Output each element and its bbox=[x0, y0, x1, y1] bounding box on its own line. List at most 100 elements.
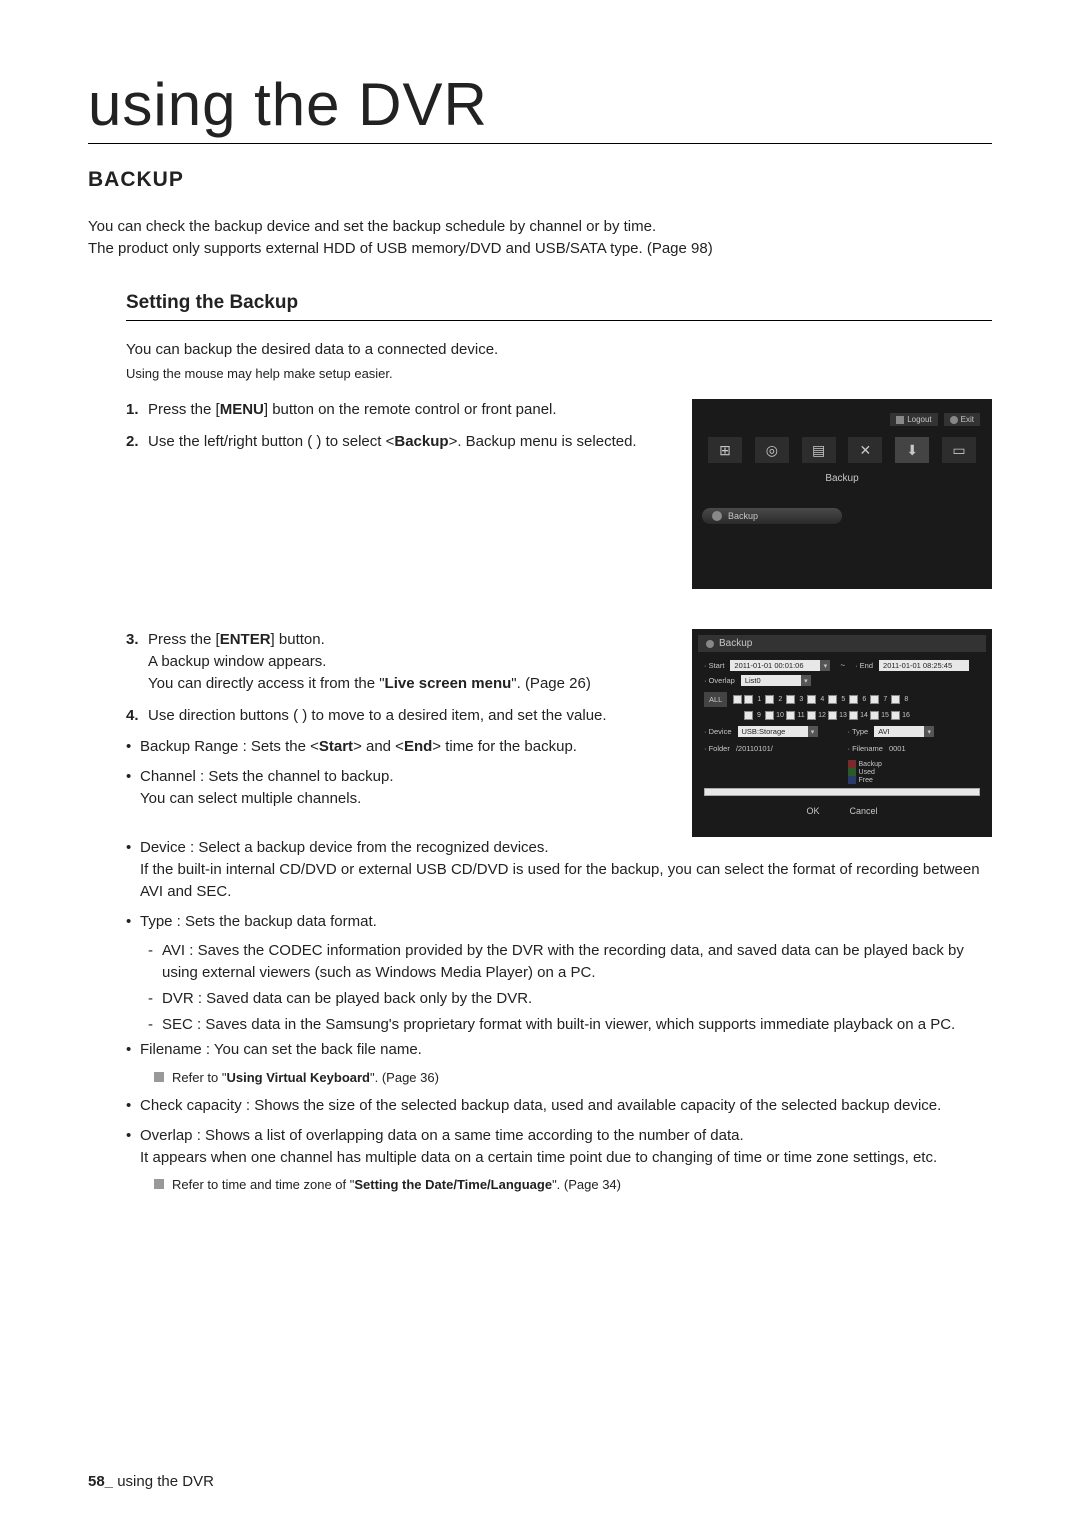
channel-checkbox[interactable] bbox=[744, 695, 753, 704]
channel-checkbox[interactable] bbox=[870, 695, 879, 704]
channel-checkbox[interactable] bbox=[891, 711, 900, 720]
channel-num: 16 bbox=[902, 712, 910, 719]
t: Channel : Sets the channel to backup. bbox=[140, 768, 394, 785]
channel-checkbox[interactable] bbox=[891, 695, 900, 704]
dropdown-icon[interactable]: ▾ bbox=[924, 726, 934, 737]
channel-checkbox[interactable] bbox=[765, 711, 774, 720]
menu-icon[interactable]: ▤ bbox=[802, 437, 836, 463]
type-label: · Type bbox=[848, 727, 869, 736]
exit-icon bbox=[950, 416, 958, 424]
bullet-label: Type : Sets the backup data format. bbox=[140, 913, 377, 930]
channel-checkbox[interactable] bbox=[807, 695, 816, 704]
channel-num: 11 bbox=[797, 712, 805, 719]
channel-num: 8 bbox=[902, 696, 910, 703]
channel-num: 12 bbox=[818, 712, 826, 719]
t: >. Backup menu is selected. bbox=[449, 433, 637, 450]
ok-button[interactable]: OK bbox=[806, 806, 819, 816]
cancel-button[interactable]: Cancel bbox=[850, 806, 878, 816]
legend-item: Backup bbox=[848, 760, 935, 768]
step-num: 2. bbox=[126, 431, 148, 453]
channel-checkbox[interactable] bbox=[870, 711, 879, 720]
filename-label: · Filename bbox=[848, 744, 883, 753]
subsection-title: Setting the Backup bbox=[126, 292, 992, 321]
menu-icon-backup[interactable]: ⬇ bbox=[895, 437, 929, 463]
channel-num: 15 bbox=[881, 712, 889, 719]
all-button[interactable]: ALL bbox=[704, 692, 727, 707]
channel-num: 1 bbox=[755, 696, 763, 703]
t: > time for the backup. bbox=[432, 738, 577, 755]
dot-icon bbox=[712, 511, 722, 521]
bullet: •Overlap : Shows a list of overlapping d… bbox=[126, 1125, 992, 1169]
legend-label: Free bbox=[859, 777, 873, 784]
dash-list: -AVI : Saves the CODEC information provi… bbox=[126, 940, 992, 1035]
submenu-bar[interactable]: Backup bbox=[702, 508, 842, 524]
channel-checkbox[interactable] bbox=[849, 711, 858, 720]
dash-item: -AVI : Saves the CODEC information provi… bbox=[148, 940, 992, 984]
channel-num: 5 bbox=[839, 696, 847, 703]
channel-checkbox[interactable] bbox=[807, 711, 816, 720]
channel-checkbox[interactable] bbox=[786, 711, 795, 720]
t: Backup bbox=[728, 511, 758, 521]
logout-button[interactable]: Logout bbox=[890, 413, 937, 426]
step-num: 4. bbox=[126, 705, 148, 727]
channel-checkbox[interactable] bbox=[786, 695, 795, 704]
legend: BackupUsedFree bbox=[848, 760, 935, 784]
bullet-sub: It appears when one channel has multiple… bbox=[140, 1149, 937, 1166]
step: 1. Press the [MENU] button on the remote… bbox=[126, 399, 674, 421]
channel-num: 13 bbox=[839, 712, 847, 719]
step: 4. Use direction buttons ( ) to move to … bbox=[126, 705, 674, 727]
dash-item: -DVR : Saved data can be played back onl… bbox=[148, 988, 992, 1010]
legend-item: Used bbox=[848, 768, 935, 776]
all-checkbox[interactable] bbox=[733, 695, 742, 704]
t: Use direction buttons ( ) to move to a d… bbox=[148, 705, 607, 727]
channel-checkbox[interactable] bbox=[828, 711, 837, 720]
dialog-icon bbox=[706, 640, 714, 648]
intro-line: The product only supports external HDD o… bbox=[88, 238, 992, 260]
legend-swatch bbox=[848, 776, 856, 784]
device-field[interactable]: USB:Storage bbox=[738, 726, 808, 737]
t: SEC : Saves data in the Samsung's propri… bbox=[162, 1014, 955, 1036]
channel-checkbox[interactable] bbox=[849, 695, 858, 704]
intro-text: You can check the backup device and set … bbox=[88, 216, 992, 260]
bullet: •Device : Select a backup device from th… bbox=[126, 837, 992, 902]
bullet: •Check capacity : Shows the size of the … bbox=[126, 1095, 992, 1117]
bullet-label: Device : Select a backup device from the… bbox=[140, 839, 549, 856]
menu-label: Backup bbox=[702, 473, 982, 484]
channel-checkbox[interactable] bbox=[744, 711, 753, 720]
t: Start bbox=[319, 738, 353, 755]
bullet: •Filename : You can set the back file na… bbox=[126, 1039, 992, 1061]
dropdown-icon[interactable]: ▾ bbox=[820, 660, 830, 671]
folder-label: · Folder bbox=[704, 744, 730, 753]
end-label: · End bbox=[855, 661, 873, 670]
bullet-list-full: •Device : Select a backup device from th… bbox=[126, 837, 992, 1194]
overlap-field[interactable]: List0 bbox=[741, 675, 801, 686]
channel-num: 2 bbox=[776, 696, 784, 703]
start-field[interactable]: 2011-01-01 00:01:06 bbox=[730, 660, 820, 671]
exit-button[interactable]: Exit bbox=[944, 413, 980, 426]
type-field[interactable]: AVI bbox=[874, 726, 924, 737]
channel-num: 3 bbox=[797, 696, 805, 703]
lead-text: You can backup the desired data to a con… bbox=[126, 339, 992, 361]
menu-icon-row: ⊞ ◎ ▤ ✕ ⬇ ▭ bbox=[702, 437, 982, 463]
end-field[interactable]: 2011-01-01 08:25:45 bbox=[879, 660, 969, 671]
t: AVI : Saves the CODEC information provid… bbox=[162, 940, 992, 984]
channel-checkbox[interactable] bbox=[765, 695, 774, 704]
menu-icon[interactable]: ✕ bbox=[848, 437, 882, 463]
dropdown-icon[interactable]: ▾ bbox=[801, 675, 811, 686]
channel-num: 6 bbox=[860, 696, 868, 703]
menu-icon[interactable]: ⊞ bbox=[708, 437, 742, 463]
channel-num: 14 bbox=[860, 712, 868, 719]
intro-line: You can check the backup device and set … bbox=[88, 216, 992, 238]
t: DVR : Saved data can be played back only… bbox=[162, 988, 532, 1010]
channel-checkbox[interactable] bbox=[828, 695, 837, 704]
menu-icon[interactable]: ▭ bbox=[942, 437, 976, 463]
channel-num: 9 bbox=[755, 712, 763, 719]
mouse-hint: Using the mouse may help make setup easi… bbox=[126, 366, 992, 381]
page-footer: 58_ using the DVR bbox=[88, 1473, 214, 1490]
start-label: · Start bbox=[704, 661, 724, 670]
menu-icon[interactable]: ◎ bbox=[755, 437, 789, 463]
dropdown-icon[interactable]: ▾ bbox=[808, 726, 818, 737]
note-text: Refer to "Using Virtual Keyboard". (Page… bbox=[172, 1069, 439, 1087]
t: Exit bbox=[961, 415, 974, 424]
t: Press the [ bbox=[148, 401, 220, 418]
